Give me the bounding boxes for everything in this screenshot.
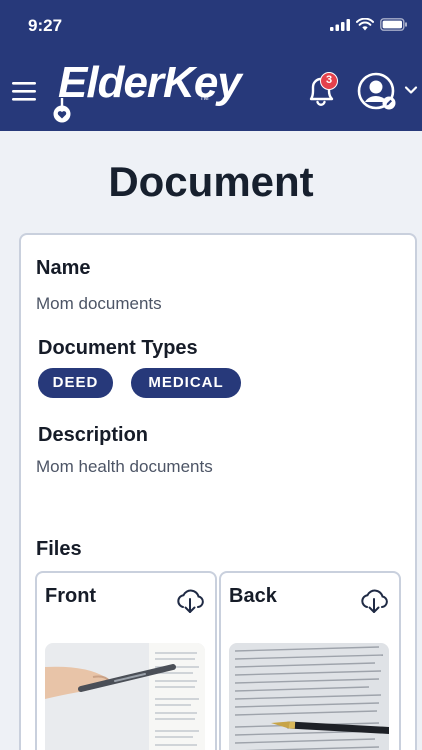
battery-icon [380,18,407,31]
download-cloud-icon[interactable] [175,587,205,615]
file-thumbnail-front[interactable] [45,643,205,750]
logo-text: ElderKey [58,58,242,107]
logo-trademark: TM [200,96,209,102]
description-value: Mom health documents [36,457,213,476]
name-label: Name [36,257,91,279]
status-time: 9:27 [28,16,63,35]
document-types-label: Document Types [38,337,198,359]
profile-avatar-icon[interactable] [356,70,398,112]
file-card-front[interactable]: Front [35,571,217,750]
elderkey-logo: ElderKey TM [52,58,242,124]
document-type-chip-deed: DEED [38,368,113,398]
files-label: Files [36,538,82,560]
status-icons [330,18,408,31]
file-thumbnail-back[interactable] [229,643,389,750]
description-label: Description [38,424,149,446]
file-title-front: Front [45,585,97,607]
wifi-icon [356,18,374,31]
notification-count-badge: 3 [320,72,338,90]
signal-icon [330,18,350,31]
hamburger-menu-icon[interactable] [10,78,38,104]
app-header: 9:27 ElderKey TM 3 [0,0,422,131]
name-value: Mom documents [36,294,162,313]
document-type-chip-medical: MEDICAL [131,368,241,398]
page-title: Document [108,158,314,205]
file-card-back[interactable]: Back [219,571,401,750]
file-title-back: Back [229,585,277,607]
download-cloud-icon[interactable] [359,587,389,615]
heart-key-icon [53,98,71,123]
chevron-down-icon[interactable] [404,84,418,96]
